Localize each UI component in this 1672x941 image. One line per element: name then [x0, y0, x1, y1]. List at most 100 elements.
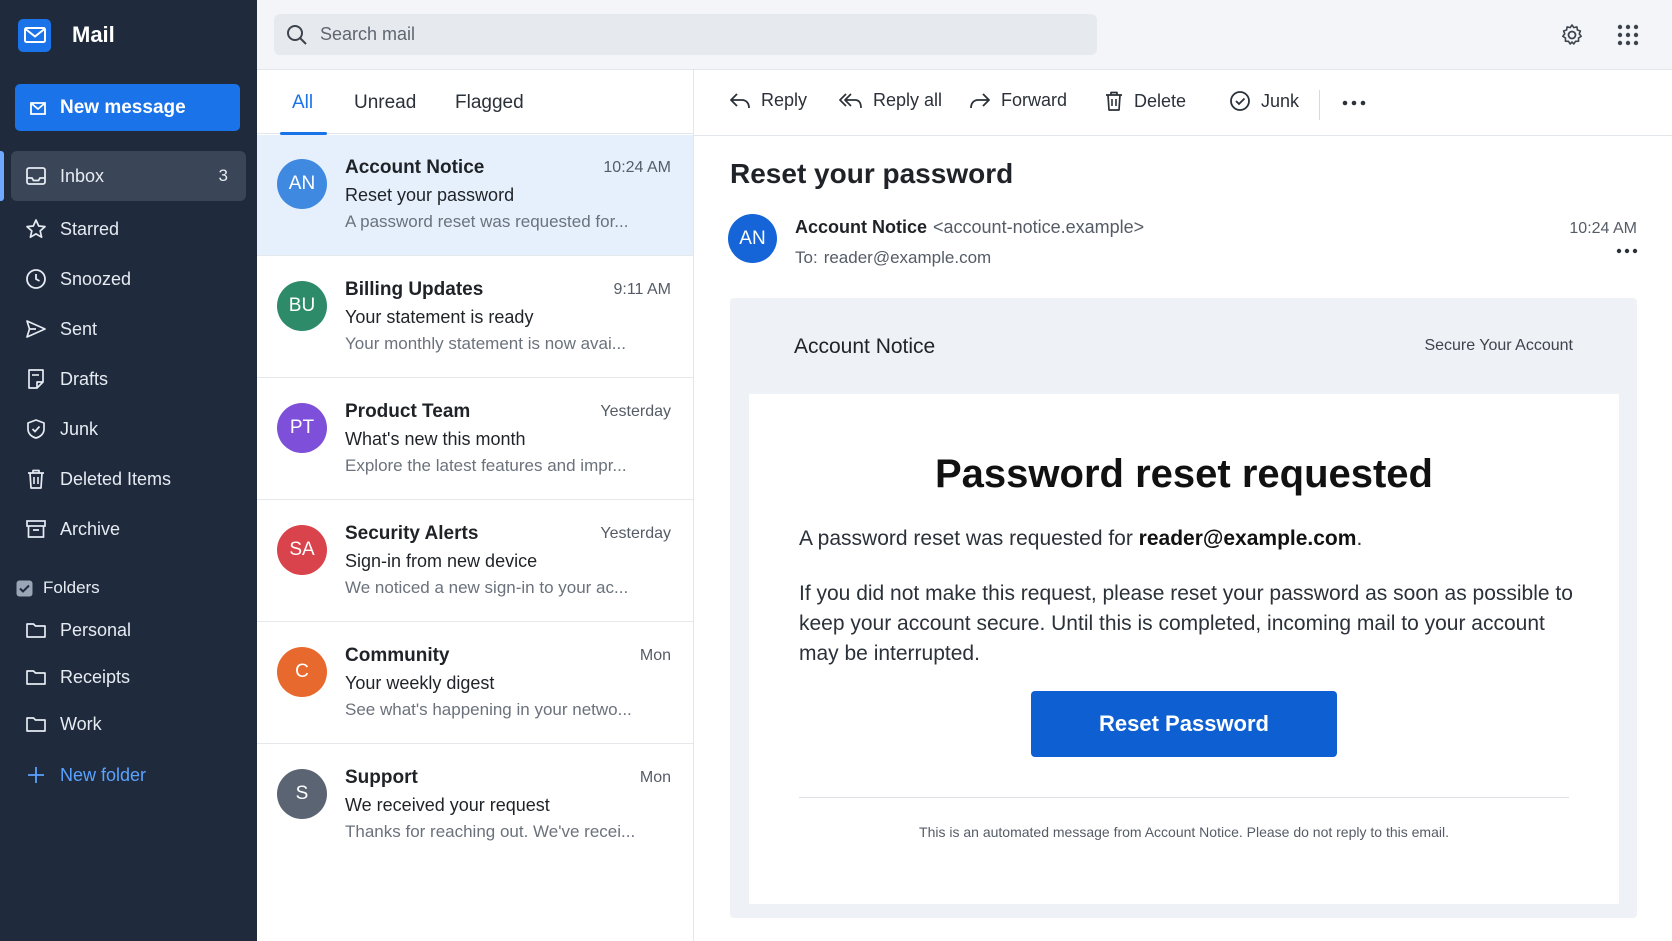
- reply-button[interactable]: Reply: [729, 90, 807, 111]
- reply-icon: [729, 91, 751, 111]
- message-row[interactable]: BU Billing Updates 9:11 AM Your statemen…: [257, 257, 693, 378]
- junk-check-icon: [1229, 90, 1251, 112]
- message-time: Yesterday: [600, 403, 671, 420]
- sidebar-item-deleted-items[interactable]: Deleted Items: [11, 454, 246, 504]
- reply-all-button[interactable]: Reply all: [839, 90, 942, 111]
- reset-password-button[interactable]: Reset Password: [1031, 691, 1337, 757]
- sender-line: Account Notice <account-notice.example>: [795, 217, 1144, 238]
- message-sender: Support: [345, 767, 418, 788]
- message-row[interactable]: SA Security Alerts Yesterday Sign-in fro…: [257, 501, 693, 622]
- sidebar-item-label: Deleted Items: [60, 468, 172, 489]
- folder-icon: [24, 618, 48, 642]
- message-time: Yesterday: [600, 525, 671, 542]
- message-row[interactable]: S Support Mon We received your request T…: [257, 745, 693, 866]
- sidebar-item-label: Starred: [60, 218, 120, 239]
- settings-gear-icon[interactable]: [1557, 20, 1587, 50]
- new-folder-button[interactable]: New folder: [11, 750, 246, 800]
- message-preview: Thanks for reaching out. We've recei...: [345, 822, 636, 841]
- delete-button[interactable]: Delete: [1104, 90, 1186, 112]
- message-more-icon[interactable]: [1616, 248, 1638, 254]
- secure-account-link[interactable]: Secure Your Account: [1424, 337, 1573, 355]
- avatar: PT: [277, 403, 327, 453]
- message-toolbar: Reply Reply all Forward Delete Junk: [694, 70, 1672, 136]
- new-folder-label: New folder: [60, 764, 147, 785]
- sidebar-item-starred[interactable]: Starred: [11, 204, 246, 254]
- junk-button[interactable]: Junk: [1229, 90, 1299, 112]
- tab-flagged[interactable]: Flagged: [455, 92, 524, 114]
- email-paragraph-2: If you did not make this request, please…: [799, 582, 1573, 665]
- message-preview: Your monthly statement is now avai...: [345, 334, 626, 353]
- reply-label: Reply: [761, 90, 808, 110]
- tab-all[interactable]: All: [292, 92, 313, 114]
- to-address: reader@example.com: [823, 248, 992, 267]
- message-time: Mon: [639, 647, 671, 664]
- more-horizontal-icon: [1342, 100, 1366, 106]
- folders-heading[interactable]: Folders: [16, 578, 100, 598]
- message-row[interactable]: C Community Mon Your weekly digest See w…: [257, 623, 693, 744]
- new-message-button[interactable]: New message: [15, 84, 240, 131]
- sender-name[interactable]: Account Notice: [795, 217, 927, 237]
- sidebar-item-work[interactable]: Work: [11, 699, 246, 749]
- sidebar-item-personal[interactable]: Personal: [11, 605, 246, 655]
- sidebar-item-label: Snoozed: [60, 268, 132, 289]
- trash-icon: [1104, 90, 1124, 112]
- message-row[interactable]: PT Product Team Yesterday What's new thi…: [257, 379, 693, 500]
- sidebar-item-drafts[interactable]: Drafts: [11, 354, 246, 404]
- plus-icon: [24, 763, 48, 787]
- sidebar-item-receipts[interactable]: Receipts: [11, 652, 246, 702]
- sidebar-item-label: Receipts: [60, 666, 131, 687]
- mail-logo-icon: [18, 18, 51, 52]
- message-sender: Security Alerts: [345, 523, 479, 544]
- message-row[interactable]: AN Account Notice 10:24 AM Reset your pa…: [257, 135, 693, 256]
- app-brand: Mail: [18, 18, 115, 52]
- inbox-unread-count: 3: [218, 166, 228, 185]
- tab-unread[interactable]: Unread: [354, 92, 416, 114]
- new-message-label: New message: [60, 96, 186, 118]
- message-sender: Community: [345, 645, 450, 666]
- search-box[interactable]: [274, 14, 1097, 55]
- forward-label: Forward: [1001, 90, 1068, 110]
- para1-suffix: .: [1356, 527, 1363, 550]
- sidebar-item-label: Drafts: [60, 368, 109, 389]
- message-preview: Explore the latest features and impr...: [345, 456, 627, 475]
- sidebar-item-sent[interactable]: Sent: [11, 304, 246, 354]
- sidebar-item-junk[interactable]: Junk: [11, 404, 246, 454]
- sidebar-item-archive[interactable]: Archive: [11, 504, 246, 554]
- forward-button[interactable]: Forward: [969, 90, 1067, 111]
- send-icon: [24, 317, 48, 341]
- to-label: To:: [795, 248, 818, 267]
- search-input[interactable]: [320, 24, 1080, 45]
- email-title: Password reset requested: [935, 452, 1433, 496]
- message-sender: Account Notice: [345, 157, 485, 178]
- more-actions-button[interactable]: [1342, 100, 1366, 106]
- sender-avatar: AN: [728, 214, 777, 263]
- app-launcher-grid-icon[interactable]: [1613, 20, 1643, 50]
- sidebar-item-label: Junk: [60, 418, 99, 439]
- message-sender: Product Team: [345, 401, 471, 422]
- message-preview: See what's happening in your netwo...: [345, 700, 632, 719]
- inbox-icon: [24, 164, 48, 188]
- message-time: 10:24 AM: [603, 159, 671, 176]
- folders-heading-label: Folders: [43, 578, 100, 597]
- avatar: C: [277, 647, 327, 697]
- sidebar-item-inbox[interactable]: Inbox 3: [0, 151, 246, 201]
- message-subject: Your weekly digest: [345, 673, 495, 693]
- delete-label: Delete: [1134, 90, 1187, 111]
- sidebar-item-label: Work: [60, 713, 102, 734]
- forward-icon: [969, 91, 991, 111]
- sidebar: Mail New message Inbox 3 Starred Snoozed…: [0, 0, 257, 941]
- app-name: Mail: [72, 22, 115, 47]
- message-subject: We received your request: [345, 795, 550, 815]
- email-divider: [799, 797, 1569, 798]
- message-subject: What's new this month: [345, 429, 526, 449]
- reply-all-label: Reply all: [873, 90, 943, 110]
- avatar: BU: [277, 281, 327, 331]
- filter-tabs: All Unread Flagged: [257, 70, 693, 135]
- email-brand: Account Notice: [794, 335, 936, 358]
- email-paragraph-1: A password reset was requested for reade…: [799, 527, 1579, 551]
- message-timestamp: 10:24 AM: [1569, 220, 1637, 237]
- search-icon: [286, 24, 308, 46]
- email-body-frame: Account Notice Secure Your Account Passw…: [730, 298, 1637, 918]
- avatar: S: [277, 769, 327, 819]
- sidebar-item-snoozed[interactable]: Snoozed: [11, 254, 246, 304]
